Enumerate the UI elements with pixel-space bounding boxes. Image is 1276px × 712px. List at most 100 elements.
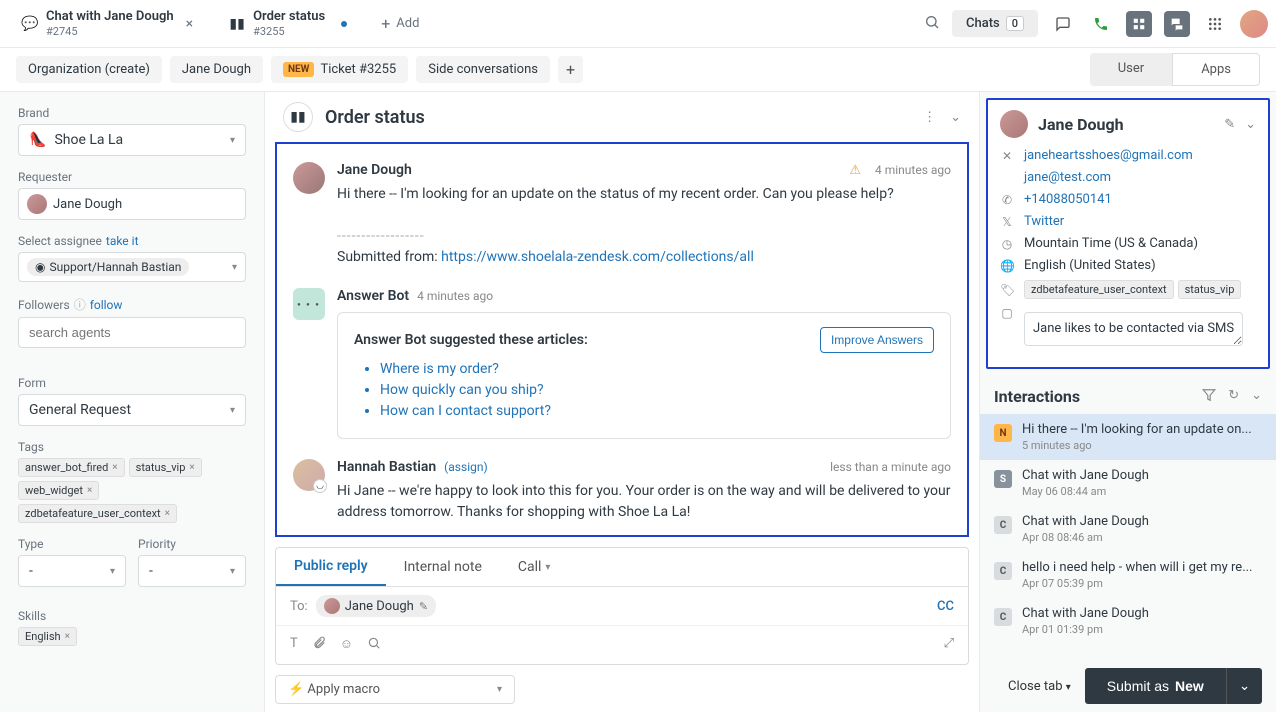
submit-button[interactable]: Submit as New	[1085, 668, 1226, 704]
type-label: Type	[18, 537, 126, 551]
close-icon[interactable]: ×	[186, 16, 193, 32]
remove-icon[interactable]: ×	[65, 631, 70, 642]
divider: ------------------	[337, 228, 425, 244]
profile-tag[interactable]: zdbetafeature_user_context	[1024, 280, 1174, 299]
interaction-title: Chat with Jane Dough	[1022, 468, 1262, 483]
chevron-down-icon: ▾	[230, 405, 235, 416]
interaction-badge: S	[994, 470, 1012, 488]
interactions-title: Interactions	[994, 387, 1080, 406]
remove-icon[interactable]: ×	[189, 462, 194, 473]
chevron-down-icon[interactable]: ⌄	[950, 110, 961, 125]
close-icon[interactable]: ✕	[1000, 149, 1014, 163]
brand-select[interactable]: 👠Shoe La La ▾	[18, 124, 246, 156]
requester-field[interactable]: Jane Dough	[18, 188, 246, 220]
user-note[interactable]: Jane likes to be contacted via SMS	[1024, 312, 1243, 346]
nav-right-apps[interactable]: Apps	[1172, 53, 1260, 86]
tag[interactable]: answer_bot_fired×	[18, 458, 125, 477]
twitter-icon: 𝕏	[1000, 215, 1014, 229]
profile-tag[interactable]: status_vip	[1178, 280, 1242, 299]
grid-icon[interactable]	[1126, 11, 1152, 37]
add-tab-button[interactable]: + Add	[369, 8, 431, 39]
apps-icon[interactable]	[1202, 11, 1228, 37]
interaction-item[interactable]: C Chat with Jane Dough Apr 01 01:39 pm	[980, 598, 1276, 644]
ticket-footer: Close tab ▾ Submit as New ⌄	[994, 660, 1276, 712]
filter-icon[interactable]	[1202, 388, 1216, 406]
submitted-link[interactable]: https://www.shoelala-zendesk.com/collect…	[441, 249, 754, 265]
tab-chat[interactable]: 💬 Chat with Jane Dough #2745 ×	[8, 3, 207, 44]
message-text: Hi there -- I'm looking for an update on…	[337, 186, 894, 202]
phone-icon[interactable]	[1088, 11, 1114, 37]
timezone-row: ◷Mountain Time (US & Canada)	[1000, 236, 1256, 251]
search-reply-icon[interactable]	[367, 636, 381, 654]
message-customer: Jane Dough ⚠ 4 minutes ago Hi there -- I…	[285, 152, 959, 278]
suggested-article[interactable]: How quickly can you ship?	[380, 382, 934, 398]
submit-dropdown[interactable]: ⌄	[1226, 668, 1262, 704]
priority-label: Priority	[138, 537, 246, 551]
comment-icon[interactable]	[1050, 11, 1076, 37]
expand-icon[interactable]: ⤢	[944, 636, 954, 654]
edit-icon[interactable]: ✎	[1224, 117, 1235, 132]
interaction-item[interactable]: S Chat with Jane Dough May 06 08:44 am	[980, 460, 1276, 506]
interaction-item[interactable]: N Hi there -- I'm looking for an update …	[980, 414, 1276, 460]
nav-side-conversations[interactable]: Side conversations	[416, 56, 550, 83]
type-select[interactable]: -▾	[18, 555, 126, 587]
suggestion-box: Answer Bot suggested these articles: Imp…	[337, 312, 951, 439]
nav-user[interactable]: Jane Dough	[170, 56, 263, 83]
shoe-icon: 👠	[29, 132, 46, 148]
refresh-icon[interactable]: ↻	[1228, 388, 1239, 406]
tag[interactable]: web_widget×	[18, 481, 99, 500]
tag[interactable]: zdbetafeature_user_context×	[18, 504, 177, 523]
suggested-article[interactable]: Where is my order?	[380, 361, 934, 377]
tab-order[interactable]: ▮▮ Order status #3255	[215, 3, 361, 44]
email-link[interactable]: jane@test.com	[1024, 170, 1111, 185]
chats-button[interactable]: Chats 0	[952, 10, 1038, 37]
tag[interactable]: status_vip×	[129, 458, 202, 477]
more-icon[interactable]: ⋮	[923, 110, 936, 125]
priority-select[interactable]: -▾	[138, 555, 246, 587]
chevron-down-icon[interactable]: ⌄	[1251, 388, 1262, 406]
twitter-link[interactable]: Twitter	[1024, 214, 1064, 229]
tab-internal-note[interactable]: Internal note	[386, 548, 500, 586]
customer-avatar	[293, 162, 325, 194]
reply-to-chip[interactable]: Jane Dough ✎	[316, 595, 436, 617]
nav-organization[interactable]: Organization (create)	[16, 56, 162, 83]
interaction-item[interactable]: C Chat with Jane Dough Apr 08 08:46 am	[980, 506, 1276, 552]
tab-public-reply[interactable]: Public reply	[276, 548, 386, 586]
search-icon[interactable]	[924, 14, 940, 34]
assign-link[interactable]: (assign)	[444, 460, 487, 474]
macro-select[interactable]: ⚡ Apply macro ▾	[275, 675, 515, 704]
add-side-conversation-button[interactable]: +	[558, 56, 583, 83]
email-link[interactable]: janeheartsshoes@gmail.com	[1024, 148, 1193, 163]
remove-icon[interactable]: ×	[87, 485, 92, 496]
remove-icon[interactable]: ×	[112, 462, 117, 473]
attachment-icon[interactable]	[312, 636, 326, 654]
skill-tag[interactable]: English×	[18, 627, 77, 646]
followers-input[interactable]	[18, 317, 246, 348]
ticket-sidebar: Brand 👠Shoe La La ▾ Requester Jane Dough…	[0, 92, 264, 712]
assignee-select[interactable]: ◉Support/Hannah Bastian ▾	[18, 252, 246, 282]
phone-link[interactable]: +14088050141	[1024, 192, 1112, 207]
conversations-icon[interactable]	[1164, 11, 1190, 37]
follow-link[interactable]: follow	[90, 298, 123, 312]
interaction-item[interactable]: C hello i need help - when will i get my…	[980, 552, 1276, 598]
assignee-label: Select assignee take it	[18, 234, 246, 248]
nav-right-user[interactable]: User	[1090, 53, 1172, 86]
cc-link[interactable]: CC	[937, 599, 954, 614]
emoji-icon[interactable]: ☺	[340, 636, 353, 654]
current-user-avatar[interactable]	[1240, 10, 1268, 38]
close-tab-link[interactable]: Close tab ▾	[1008, 679, 1071, 694]
chevron-down-icon[interactable]: ⌄	[1245, 117, 1256, 132]
tab-call[interactable]: Call▾	[500, 548, 569, 586]
conversation-title: Order status	[325, 107, 425, 128]
remove-icon[interactable]: ×	[165, 508, 170, 519]
form-select[interactable]: General Request ▾	[18, 394, 246, 426]
globe-icon: 🌐	[1000, 259, 1014, 273]
text-format-icon[interactable]: T	[290, 636, 298, 654]
nav-ticket[interactable]: NEW Ticket #3255	[271, 56, 408, 83]
suggested-article[interactable]: How can I contact support?	[380, 403, 934, 419]
take-it-link[interactable]: take it	[106, 234, 139, 248]
improve-answers-button[interactable]: Improve Answers	[820, 327, 934, 353]
submitted-prefix: Submitted from:	[337, 249, 441, 265]
edit-icon[interactable]: ✎	[419, 600, 428, 613]
reply-box: Public reply Internal note Call▾ To: Jan…	[275, 547, 969, 665]
